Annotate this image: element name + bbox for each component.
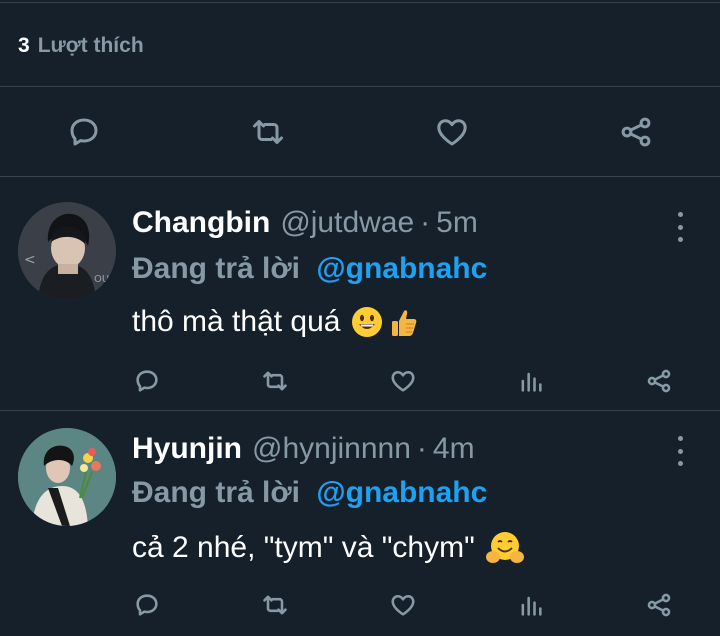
- hugging-face-emoji: [485, 530, 525, 566]
- analytics-icon: [521, 372, 542, 392]
- retweet-button[interactable]: [258, 364, 292, 398]
- tweet-action-bar: [0, 364, 720, 404]
- tweet-header: Changbin @jutdwae · 5m: [132, 206, 478, 246]
- more-dot-icon: [677, 237, 683, 242]
- more-dot-icon: [677, 224, 683, 230]
- analytics-button[interactable]: [514, 588, 548, 622]
- retweet-button[interactable]: [248, 112, 288, 152]
- main-tweet-action-bar: [0, 90, 720, 174]
- svg-text:OU: OU: [94, 274, 109, 285]
- share-button[interactable]: [642, 588, 676, 622]
- replying-to-label: Đang trả lời: [132, 476, 301, 509]
- thumbs-up-emoji: [386, 305, 420, 339]
- analytics-button[interactable]: [514, 364, 548, 398]
- analytics-icon: [521, 596, 542, 616]
- replying-to-label: Đang trả lời: [132, 252, 301, 285]
- share-button[interactable]: [616, 112, 656, 152]
- reply-tweet[interactable]: < OU Changbin @jutdwae · 5m Đang trả lời…: [0, 176, 720, 410]
- more-dot-icon: [677, 461, 683, 466]
- tweet-text-content: cả 2 nhé, "tym" và "chym": [132, 531, 475, 564]
- more-options-button[interactable]: [670, 212, 690, 242]
- svg-text:<: <: [24, 252, 36, 268]
- user-handle[interactable]: @jutdwae: [280, 206, 414, 240]
- retweet-icon: [263, 595, 287, 615]
- display-name[interactable]: Hyunjin: [132, 432, 242, 466]
- reply-tweet[interactable]: Hyunjin @hynjinnnn · 4m Đang trả lời @gn…: [0, 410, 720, 636]
- tweet-action-bar: [0, 588, 720, 628]
- tweet-text: thô mà thật quá: [132, 300, 420, 344]
- replying-to: Đang trả lời @gnabnahc: [132, 476, 487, 510]
- timestamp[interactable]: 4m: [433, 432, 475, 466]
- reply-icon: [136, 370, 158, 392]
- profile-photo: [18, 428, 116, 526]
- tweet-text-content: thô mà thật quá: [132, 305, 341, 338]
- avatar[interactable]: [18, 428, 116, 526]
- tweet-text: cả 2 nhé, "tym" và "chym": [132, 526, 525, 570]
- avatar[interactable]: < OU: [18, 202, 116, 300]
- more-dot-icon: [677, 436, 683, 441]
- more-dot-icon: [677, 212, 683, 217]
- likes-count: 3: [18, 34, 30, 57]
- like-button[interactable]: [386, 588, 420, 622]
- retweet-button[interactable]: [258, 588, 292, 622]
- likes-summary[interactable]: 3 Lượt thích: [18, 30, 144, 62]
- separator-dot: ·: [416, 432, 427, 465]
- share-icon: [621, 117, 651, 147]
- share-icon: [647, 593, 671, 617]
- replying-to: Đang trả lời @gnabnahc: [132, 252, 487, 286]
- more-dot-icon: [677, 448, 683, 454]
- likes-divider: [0, 86, 720, 87]
- grinning-face-emoji: [350, 305, 384, 339]
- reply-button[interactable]: [130, 588, 164, 622]
- like-icon: [437, 119, 467, 146]
- tweet-header: Hyunjin @hynjinnnn · 4m: [132, 432, 475, 472]
- profile-photo: < OU: [18, 202, 116, 300]
- likes-label: Lượt thích: [37, 34, 144, 57]
- share-button[interactable]: [642, 364, 676, 398]
- retweet-icon: [253, 120, 283, 144]
- reply-button[interactable]: [64, 112, 104, 152]
- like-button[interactable]: [386, 364, 420, 398]
- separator-dot: ·: [420, 206, 431, 239]
- reply-button[interactable]: [130, 364, 164, 398]
- replying-to-handle[interactable]: @gnabnahc: [316, 476, 487, 509]
- display-name[interactable]: Changbin: [132, 206, 270, 240]
- like-icon: [391, 594, 415, 616]
- retweet-icon: [263, 371, 287, 391]
- reply-icon: [136, 594, 158, 616]
- replying-to-handle[interactable]: @gnabnahc: [316, 252, 487, 285]
- more-options-button[interactable]: [670, 436, 690, 466]
- reply-icon: [70, 118, 98, 146]
- like-button[interactable]: [432, 112, 472, 152]
- timestamp[interactable]: 5m: [436, 206, 478, 240]
- share-icon: [647, 369, 671, 393]
- like-icon: [391, 370, 415, 392]
- user-handle[interactable]: @hynjinnnn: [252, 432, 411, 466]
- top-divider: [0, 2, 720, 3]
